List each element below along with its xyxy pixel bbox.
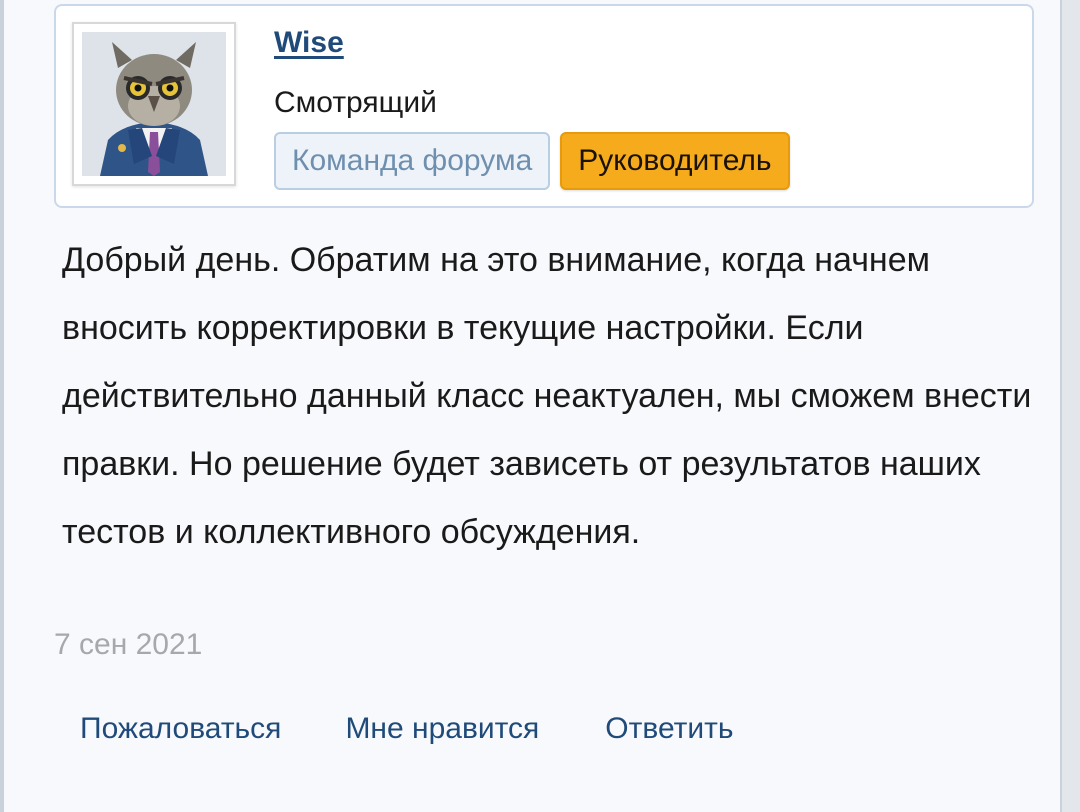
author-info-box: Wise Смотрящий Команда форума Руководите…	[54, 4, 1034, 208]
reply-button[interactable]: Ответить	[605, 712, 733, 758]
forum-post-frame: Wise Смотрящий Команда форума Руководите…	[0, 0, 1080, 812]
user-title: Смотрящий	[274, 86, 437, 119]
banner-forum-team: Команда форума	[274, 132, 551, 190]
post-actions: Пожаловаться Мне нравится Ответить	[80, 712, 734, 758]
forum-post: Wise Смотрящий Команда форума Руководите…	[4, 0, 1062, 812]
post-date[interactable]: 7 сен 2021	[54, 628, 202, 662]
user-banners: Команда форума Руководитель	[274, 132, 790, 190]
message-body: Добрый день. Обратим на это внимание, ко…	[62, 241, 1032, 551]
banner-leader: Руководитель	[560, 132, 790, 190]
right-gutter	[1062, 0, 1080, 812]
username-link[interactable]: Wise	[274, 26, 344, 60]
avatar[interactable]	[72, 22, 236, 186]
report-button[interactable]: Пожаловаться	[80, 712, 281, 758]
owl-avatar-icon	[82, 32, 226, 176]
like-button[interactable]: Мне нравится	[345, 712, 539, 758]
